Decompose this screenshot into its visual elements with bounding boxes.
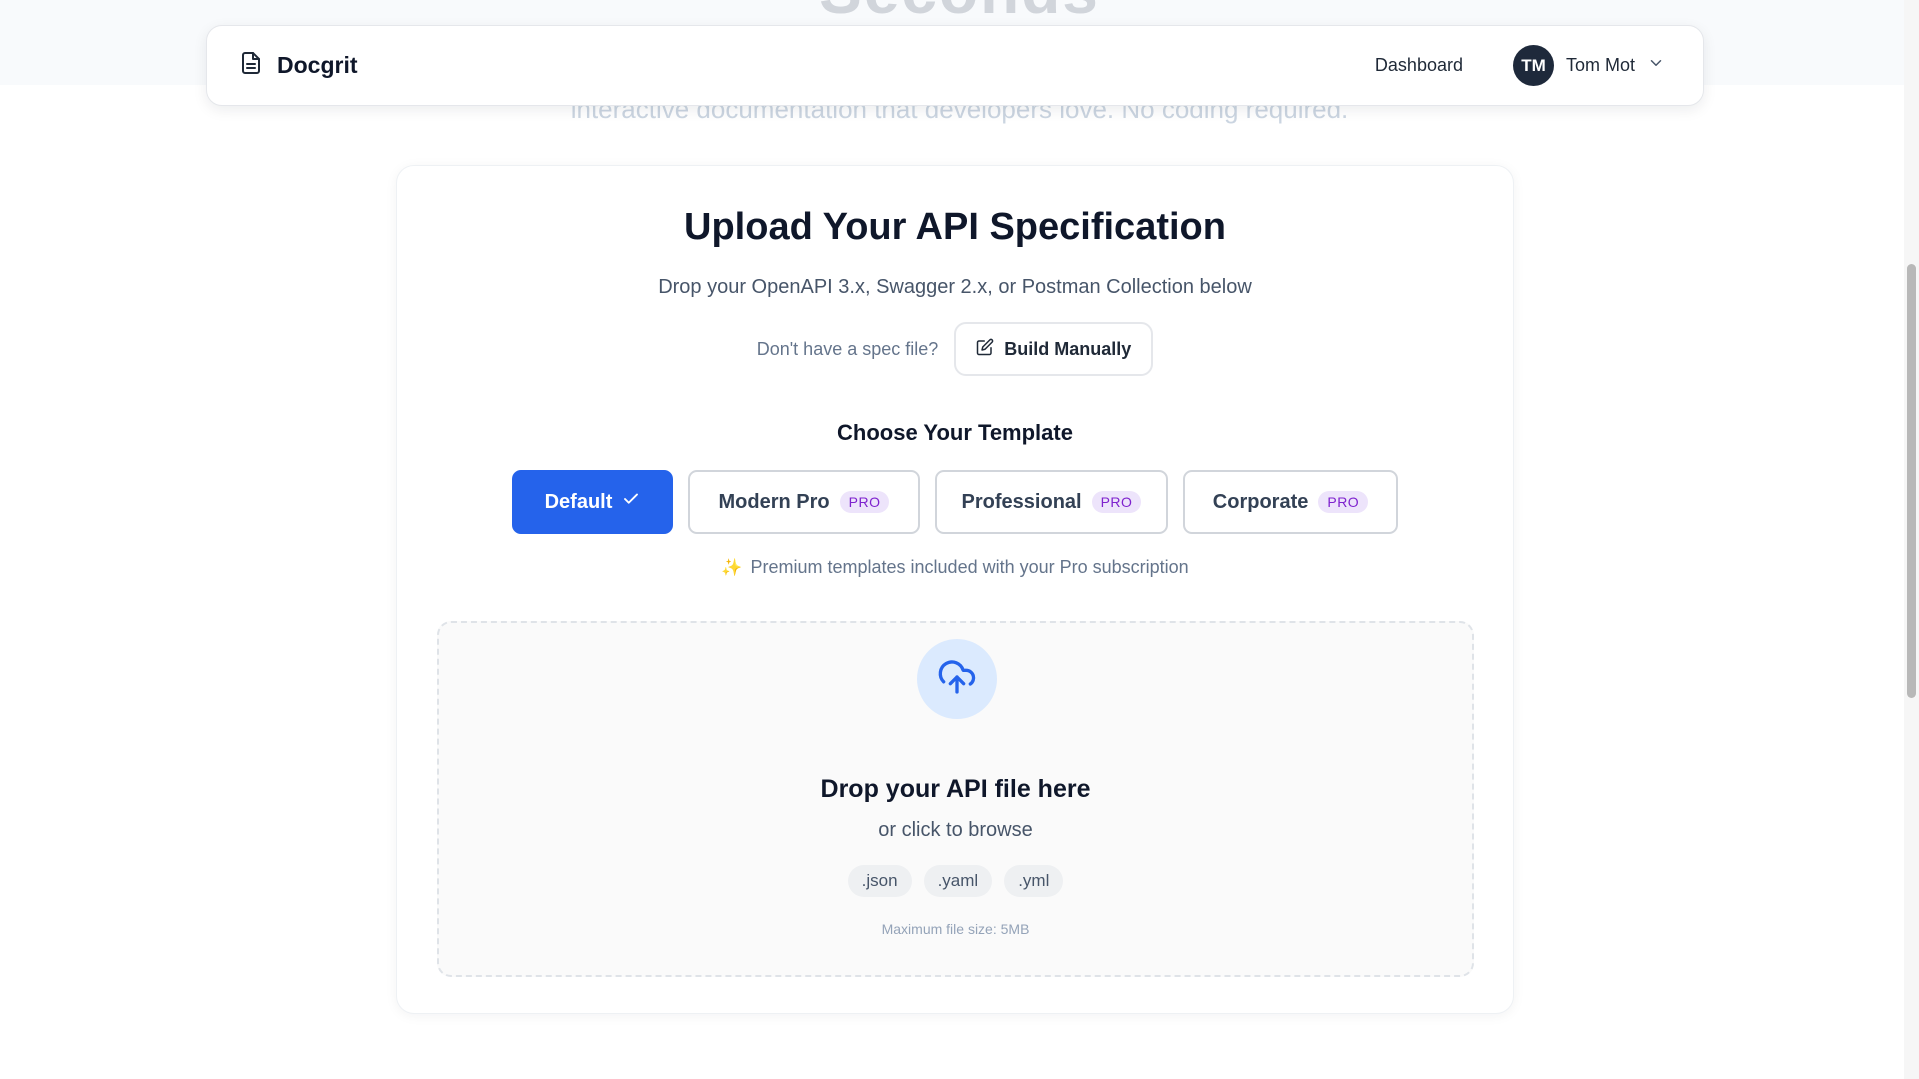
- scrollbar-thumb[interactable]: [1907, 264, 1916, 698]
- extension-chip: .yaml: [923, 865, 993, 897]
- nav-right: Dashboard TM Tom Mot: [1375, 45, 1665, 86]
- document-icon: [239, 51, 263, 80]
- template-default[interactable]: Default: [512, 470, 673, 534]
- dropzone-title: Drop your API file here: [820, 775, 1091, 803]
- hero-title: Seconds: [0, 0, 1919, 28]
- template-professional-label: Professional: [961, 490, 1082, 513]
- browse-hint: or click to browse: [878, 819, 1033, 841]
- template-corporate[interactable]: Corporate PRO: [1183, 470, 1398, 534]
- premium-note: ✨ Premium templates included with your P…: [397, 557, 1513, 578]
- sparkles-icon: ✨: [721, 557, 743, 577]
- extension-list: .json .yaml .yml: [439, 865, 1472, 897]
- card-subtitle: Drop your OpenAPI 3.x, Swagger 2.x, or P…: [658, 276, 1252, 298]
- user-name: Tom Mot: [1565, 55, 1635, 75]
- manual-row: Don't have a spec file? Build Manually: [397, 322, 1513, 376]
- pro-badge: PRO: [1091, 491, 1142, 513]
- navbar: Docgrit Dashboard TM Tom Mot: [206, 25, 1704, 106]
- page: Seconds interactive documentation that d…: [0, 0, 1919, 1079]
- upload-card: Upload Your API Specification Drop your …: [396, 165, 1514, 1014]
- scrollbar[interactable]: [1904, 0, 1919, 1079]
- template-options: Default Modern Pro PRO Professional PRO …: [512, 470, 1398, 534]
- edit-icon: [976, 338, 994, 361]
- template-corporate-label: Corporate: [1212, 490, 1309, 513]
- user-menu[interactable]: TM Tom Mot: [1512, 45, 1665, 86]
- template-heading: Choose Your Template: [837, 420, 1073, 445]
- premium-note-text: Premium templates included with your Pro…: [750, 557, 1189, 577]
- extension-chip: .json: [847, 865, 912, 897]
- pro-badge: PRO: [839, 491, 890, 513]
- chevron-down-icon: [1647, 54, 1665, 77]
- brand-link[interactable]: Docgrit: [239, 51, 358, 80]
- template-modern-pro[interactable]: Modern Pro PRO: [688, 470, 920, 534]
- pro-badge: PRO: [1318, 491, 1369, 513]
- card-title: Upload Your API Specification: [684, 206, 1226, 248]
- template-default-label: Default: [544, 490, 613, 513]
- cloud-upload-icon: [937, 657, 977, 702]
- avatar: TM: [1512, 45, 1554, 86]
- max-file-size: Maximum file size: 5MB: [881, 921, 1030, 937]
- brand-name: Docgrit: [277, 52, 358, 78]
- build-manually-button[interactable]: Build Manually: [954, 322, 1154, 376]
- extension-chip: .yml: [1004, 865, 1064, 897]
- upload-icon-circle: [917, 639, 997, 719]
- check-icon: [622, 490, 640, 514]
- template-professional[interactable]: Professional PRO: [935, 470, 1168, 534]
- template-modern-pro-label: Modern Pro: [718, 490, 830, 513]
- build-manually-label: Build Manually: [1004, 338, 1132, 359]
- manual-hint: Don't have a spec file?: [756, 338, 939, 359]
- file-dropzone[interactable]: Drop your API file here or click to brow…: [437, 621, 1474, 977]
- dashboard-link[interactable]: Dashboard: [1375, 55, 1463, 76]
